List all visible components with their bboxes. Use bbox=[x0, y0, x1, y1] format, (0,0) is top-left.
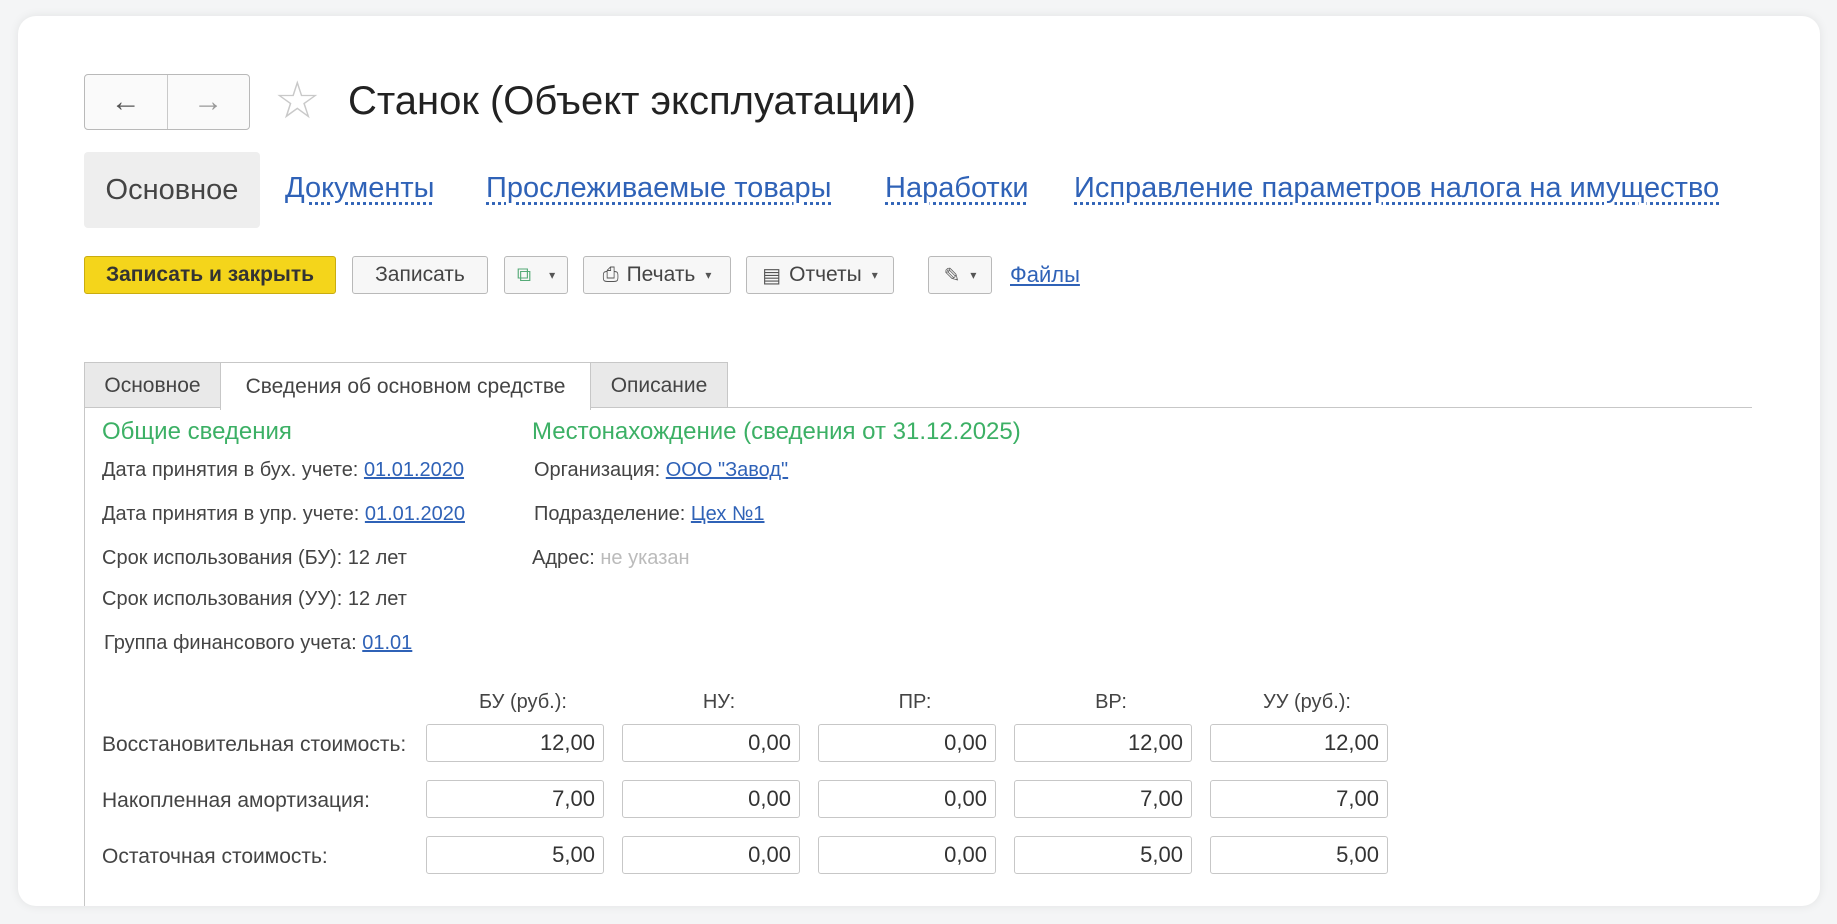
mgmt-date-label: Дата принятия в упр. учете: bbox=[102, 503, 360, 525]
col-header-nu: НУ: bbox=[702, 691, 736, 713]
org-row: Организация: ООО "Завод" bbox=[534, 459, 788, 482]
residual-value-uu-field[interactable]: 5,00 bbox=[1210, 836, 1388, 874]
chevron-down-icon: ▾ bbox=[970, 268, 977, 282]
fin-group-link[interactable]: 01.01 bbox=[362, 632, 412, 654]
fin-group-row: Группа финансового учета: 01.01 bbox=[104, 632, 412, 655]
nav-buttons: ← → bbox=[84, 74, 250, 130]
term-uu-label: Срок использования (УУ): bbox=[102, 588, 343, 610]
term-bu-label: Срок использования (БУ): bbox=[102, 547, 343, 569]
term-uu-row: Срок использования (УУ): 12 лет bbox=[102, 588, 407, 611]
term-bu-value: 12 лет bbox=[347, 547, 407, 569]
general-heading: Общие сведения bbox=[102, 418, 292, 445]
copy-icon: ⧉ bbox=[516, 263, 532, 286]
tab-property-tax-correction[interactable]: Исправление параметров налога на имущест… bbox=[1074, 172, 1719, 205]
paperclip-icon: ✎ bbox=[943, 264, 961, 287]
save-and-close-button[interactable]: Записать и закрыть bbox=[84, 256, 336, 294]
org-link[interactable]: ООО "Завод" bbox=[666, 459, 788, 481]
accum-depreciation-nu-field[interactable]: 0,00 bbox=[622, 780, 800, 818]
panel-border bbox=[84, 407, 85, 906]
row-label-accumulated-depreciation: Накопленная амортизация: bbox=[102, 789, 370, 812]
tab-main[interactable]: Основное bbox=[84, 152, 260, 228]
back-button[interactable]: ← bbox=[85, 75, 167, 129]
acc-date-row: Дата принятия в бух. учете: 01.01.2020 bbox=[102, 459, 464, 482]
residual-value-bu-field[interactable]: 5,00 bbox=[426, 836, 604, 874]
arrow-right-icon: → bbox=[193, 85, 224, 118]
create-based-on-button[interactable]: ⧉ ▾ bbox=[504, 256, 568, 294]
residual-value-vr-field[interactable]: 5,00 bbox=[1014, 836, 1192, 874]
address-row: Адрес: не указан bbox=[532, 547, 690, 570]
report-icon: ▤ bbox=[762, 264, 782, 287]
address-label: Адрес: bbox=[532, 547, 595, 569]
col-header-vr: ВР: bbox=[1095, 691, 1127, 713]
tab-tracked-goods[interactable]: Прослеживаемые товары bbox=[486, 172, 832, 205]
print-label: Печать bbox=[626, 263, 696, 286]
restoration-cost-vr-field[interactable]: 12,00 bbox=[1014, 724, 1192, 762]
col-header-bu: БУ (руб.): bbox=[479, 691, 567, 713]
fin-group-label: Группа финансового учета: bbox=[104, 632, 357, 654]
forward-button[interactable]: → bbox=[166, 75, 250, 129]
accum-depreciation-pr-field[interactable]: 0,00 bbox=[818, 780, 996, 818]
restoration-cost-pr-field[interactable]: 0,00 bbox=[818, 724, 996, 762]
tab-documents[interactable]: Документы bbox=[285, 172, 435, 205]
restoration-cost-nu-field[interactable]: 0,00 bbox=[622, 724, 800, 762]
dept-link[interactable]: Цех №1 bbox=[691, 503, 765, 525]
accum-depreciation-uu-field[interactable]: 7,00 bbox=[1210, 780, 1388, 818]
reports-label: Отчеты bbox=[789, 263, 862, 286]
reports-button[interactable]: ▤ Отчеты ▾ bbox=[746, 256, 894, 294]
form-window: ← → ☆ Станок (Объект эксплуатации) Основ… bbox=[18, 16, 1820, 906]
print-button[interactable]: ⎙ Печать ▾ bbox=[583, 256, 731, 294]
tab-operating-time[interactable]: Наработки bbox=[885, 172, 1029, 205]
address-value: не указан bbox=[600, 547, 690, 569]
chevron-down-icon: ▾ bbox=[549, 268, 556, 282]
mgmt-date-row: Дата принятия в упр. учете: 01.01.2020 bbox=[102, 503, 465, 526]
dept-row: Подразделение: Цех №1 bbox=[534, 503, 765, 526]
location-heading: Местонахождение (сведения от 31.12.2025) bbox=[532, 418, 1021, 445]
accum-depreciation-vr-field[interactable]: 7,00 bbox=[1014, 780, 1192, 818]
tab-description[interactable]: Описание bbox=[590, 362, 728, 408]
col-header-pr: ПР: bbox=[898, 691, 932, 713]
org-label: Организация: bbox=[534, 459, 661, 481]
term-uu-value: 12 лет bbox=[347, 588, 407, 610]
acc-date-link[interactable]: 01.01.2020 bbox=[364, 459, 464, 481]
residual-value-pr-field[interactable]: 0,00 bbox=[818, 836, 996, 874]
restoration-cost-uu-field[interactable]: 12,00 bbox=[1210, 724, 1388, 762]
mgmt-date-link[interactable]: 01.01.2020 bbox=[365, 503, 465, 525]
save-button[interactable]: Записать bbox=[352, 256, 488, 294]
row-label-residual-value: Остаточная стоимость: bbox=[102, 845, 328, 868]
col-header-uu: УУ (руб.): bbox=[1263, 691, 1351, 713]
page-title: Станок (Объект эксплуатации) bbox=[348, 79, 916, 123]
acc-date-label: Дата принятия в бух. учете: bbox=[102, 459, 359, 481]
arrow-left-icon: ← bbox=[110, 85, 141, 118]
printer-icon: ⎙ bbox=[602, 263, 619, 286]
tab-asset-info[interactable]: Сведения об основном средстве bbox=[220, 362, 591, 410]
attach-button[interactable]: ✎ ▾ bbox=[928, 256, 992, 294]
row-label-restoration-cost: Восстановительная стоимость: bbox=[102, 733, 407, 756]
chevron-down-icon: ▾ bbox=[871, 268, 878, 282]
dept-label: Подразделение: bbox=[534, 503, 686, 525]
residual-value-nu-field[interactable]: 0,00 bbox=[622, 836, 800, 874]
tab-inner-main[interactable]: Основное bbox=[84, 362, 221, 408]
chevron-down-icon: ▾ bbox=[705, 268, 712, 282]
term-bu-row: Срок использования (БУ): 12 лет bbox=[102, 547, 407, 570]
files-link[interactable]: Файлы bbox=[1010, 262, 1080, 288]
accum-depreciation-bu-field[interactable]: 7,00 bbox=[426, 780, 604, 818]
restoration-cost-bu-field[interactable]: 12,00 bbox=[426, 724, 604, 762]
star-icon[interactable]: ☆ bbox=[274, 74, 321, 128]
